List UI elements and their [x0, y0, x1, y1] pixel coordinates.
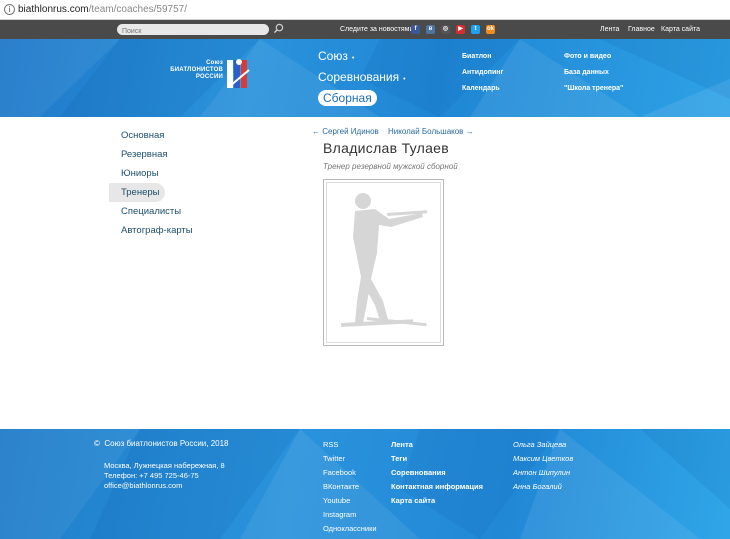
logo-line-3: России: [195, 74, 223, 80]
address-bar[interactable]: i biathlonrus.com/team/coaches/59757/: [0, 0, 730, 20]
subnav-biathlon[interactable]: Биатлон: [462, 53, 491, 60]
follow-label: Следите за новостями:: [340, 26, 416, 33]
footer-person-3[interactable]: Антон Шипулин: [513, 468, 570, 477]
footer-link-odnoklassniki[interactable]: Одноклассники: [323, 524, 377, 533]
footer-person-4[interactable]: Анна Богалий: [513, 482, 562, 491]
footer-phone: Телефон: +7 495 725-46-75: [104, 471, 199, 480]
biathlete-silhouette-icon: [341, 193, 428, 327]
footer-link-instagram[interactable]: Instagram: [323, 510, 356, 519]
toplink-main[interactable]: Главное: [628, 26, 655, 33]
nav-dot-icon: •: [351, 55, 355, 62]
copyright: © Союз биатлонистов России, 2018: [94, 439, 229, 448]
vk-icon[interactable]: в: [426, 25, 435, 34]
nav-union-label: Союз: [318, 49, 348, 63]
photo-frame: [326, 182, 441, 343]
search-input[interactable]: [117, 26, 257, 37]
team-sidebar: Основная Резервная Юниоры Тренеры Специа…: [109, 126, 229, 240]
nav-team[interactable]: Сборная: [318, 90, 377, 106]
logo-text: Союз биатлонистов России: [155, 60, 223, 81]
footer-link-tags[interactable]: Теги: [391, 454, 407, 463]
footer-link-sitemap[interactable]: Карта сайта: [391, 496, 435, 505]
nav-team-label: Сборная: [323, 91, 372, 105]
odnoklassniki-icon[interactable]: ok: [486, 25, 495, 34]
footer-link-feed[interactable]: Лента: [391, 440, 413, 449]
nav-competitions-label: Соревнования: [318, 70, 400, 84]
url-text[interactable]: biathlonrus.com/team/coaches/59757/: [18, 4, 187, 15]
subnav-photo-video[interactable]: Фото и видео: [564, 53, 611, 60]
sidebar-item-main[interactable]: Основная: [109, 126, 229, 145]
header-banner: Союз биатлонистов России Союз • Соревнова…: [0, 39, 730, 117]
logo-line-2: биатлонистов: [170, 67, 223, 73]
footer-person-2[interactable]: Максим Цветков: [513, 454, 573, 463]
sidebar-item-specialists[interactable]: Специалисты: [109, 202, 229, 221]
copyright-icon: ©: [94, 439, 100, 448]
person-photo: [323, 179, 444, 346]
next-person-link[interactable]: Николай Большаков →: [388, 127, 474, 136]
footer-link-competitions[interactable]: Соревнования: [391, 468, 446, 477]
toplink-feed[interactable]: Лента: [600, 26, 619, 33]
nav-union[interactable]: Союз •: [318, 49, 354, 63]
url-host: biathlonrus.com: [18, 4, 89, 15]
footer-address: Москва, Лужнецкая набережная, 8: [104, 461, 225, 470]
footer-person-1[interactable]: Ольга Зайцева: [513, 440, 566, 449]
nav-dot-icon: •: [403, 76, 406, 83]
copyright-text: Союз биатлонистов России, 2018: [104, 439, 229, 448]
footer-link-rss[interactable]: RSS: [323, 440, 338, 449]
logo-emblem-icon: [227, 59, 250, 88]
youtube-icon[interactable]: ▶: [456, 25, 465, 34]
prev-person-link[interactable]: ← Сергей Идинов: [312, 127, 379, 136]
footer-link-contacts[interactable]: Контактная информация: [391, 482, 483, 491]
person-name: Владислав Тулаев: [323, 140, 450, 156]
sidebar-item-juniors[interactable]: Юниоры: [109, 164, 229, 183]
toplink-sitemap[interactable]: Карта сайта: [661, 26, 700, 33]
arrow-right-icon: →: [465, 127, 474, 136]
subnav-calendar[interactable]: Календарь: [462, 85, 500, 92]
footer-link-facebook[interactable]: Facebook: [323, 468, 356, 477]
search-icon[interactable]: [273, 23, 284, 34]
instagram-icon[interactable]: ◎: [441, 25, 450, 34]
person-role: Тренер резервной мужской сборной: [323, 162, 458, 171]
site-footer: © Союз биатлонистов России, 2018 Москва,…: [0, 429, 730, 539]
next-person-name: Николай Большаков: [388, 127, 464, 136]
subnav-coach-school[interactable]: "Школа тренера": [564, 85, 623, 92]
site-logo[interactable]: Союз биатлонистов России: [155, 56, 255, 96]
footer-email[interactable]: office@biathlonrus.com: [104, 481, 182, 490]
prev-person-name: Сергей Идинов: [322, 127, 379, 136]
top-bar: Следите за новостями: f в ◎ ▶ t ok Лента…: [0, 20, 730, 39]
sidebar-item-coaches[interactable]: Тренеры: [109, 183, 165, 202]
subnav-antidoping[interactable]: Антидопинг: [462, 69, 503, 76]
arrow-left-icon: ←: [312, 127, 320, 136]
logo-line-1: Союз: [206, 60, 223, 66]
nav-competitions[interactable]: Соревнования •: [318, 70, 406, 84]
twitter-icon[interactable]: t: [471, 25, 480, 34]
facebook-icon[interactable]: f: [411, 25, 420, 34]
url-path: /team/coaches/59757/: [88, 4, 187, 15]
sidebar-item-reserve[interactable]: Резервная: [109, 145, 229, 164]
footer-link-vk[interactable]: ВКонтакте: [323, 482, 359, 491]
sidebar-item-autograph-cards[interactable]: Автограф-карты: [109, 221, 229, 240]
search-box[interactable]: [117, 24, 269, 37]
footer-link-twitter[interactable]: Twitter: [323, 454, 345, 463]
info-icon[interactable]: i: [4, 4, 15, 15]
subnav-database[interactable]: База данных: [564, 69, 609, 76]
footer-link-youtube[interactable]: Youtube: [323, 496, 350, 505]
